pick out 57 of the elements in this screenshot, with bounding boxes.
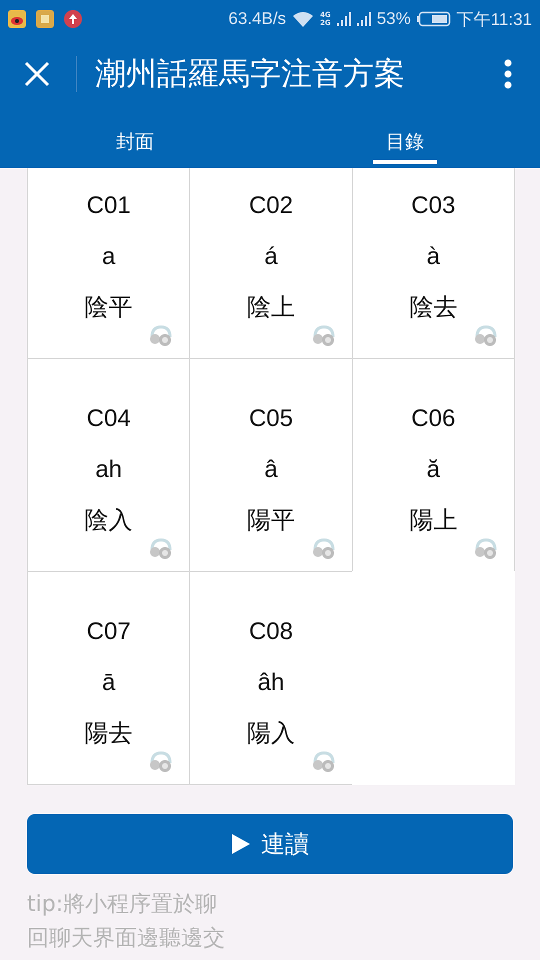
tone-code: C08 [248,617,293,647]
page-title: 潮州話羅馬字注音方案 [95,55,406,94]
tone-spelling: âh [258,668,284,698]
tone-spelling: á [264,242,278,272]
tone-card[interactable]: C08 âh 陽入 [189,571,353,785]
upload-icon [64,10,82,28]
signal-icon [356,11,371,27]
tone-code: C07 [86,617,131,647]
headphones-icon [312,324,336,346]
tone-card[interactable]: C06 ă 陽上 [352,358,515,572]
tone-name: 陽入 [246,718,295,749]
tone-name: 陰入 [84,505,133,536]
headphones-icon [149,324,174,346]
tone-name: 陽上 [409,505,458,536]
signal-icon [336,11,351,27]
tone-code: C01 [86,191,131,221]
tone-code: C03 [411,191,456,221]
tone-card[interactable]: C05 â 陽平 [189,358,353,572]
tone-code: C02 [248,191,293,221]
tone-name: 陰上 [246,292,295,323]
headphones-icon [474,537,498,559]
tone-spelling: ă [426,455,440,485]
tab[interactable]: 封面 [0,110,270,168]
tone-code: C05 [248,404,293,434]
tone-card[interactable]: C01 a 陰平 [27,168,190,359]
app-icon [36,10,54,28]
tone-card[interactable]: C03 à 陰去 [352,168,515,359]
tone-card[interactable]: C07 ā 陽去 [27,571,190,785]
tone-spelling: ah [95,455,122,485]
play-icon [231,833,251,855]
more-icon [504,59,512,89]
clock: 下午11:31 [456,8,532,30]
battery-icon [416,11,451,27]
tone-name: 陽去 [84,718,133,749]
tone-card[interactable]: C02 á 陰上 [189,168,353,359]
tone-code: C04 [86,404,131,434]
tone-spelling: ā [102,668,116,698]
app-icon [8,10,26,28]
headphones-icon [149,537,174,559]
tip-text: 回聊天界面邊聽邊交 [27,925,225,953]
tip-text: tip:將小程序置於聊 [27,891,218,919]
wifi-icon [292,11,314,27]
tone-card[interactable]: C04 ah 陰入 [27,358,190,572]
play-all-button[interactable]: 連讀 [27,814,513,874]
headphones-icon [149,750,174,772]
tone-code: C06 [411,404,456,434]
network-speed: 63.4B/s [228,9,286,29]
tone-spelling: a [102,242,116,272]
headphones-icon [474,324,498,346]
tone-name: 陰去 [409,292,458,323]
tone-spelling: à [426,242,440,272]
tone-spelling: â [264,455,278,485]
tone-name: 陰平 [84,292,133,323]
headphones-icon [312,750,336,772]
tone-name: 陽平 [246,505,295,536]
headphones-icon [312,537,336,559]
battery-percent: 53% [376,9,411,29]
